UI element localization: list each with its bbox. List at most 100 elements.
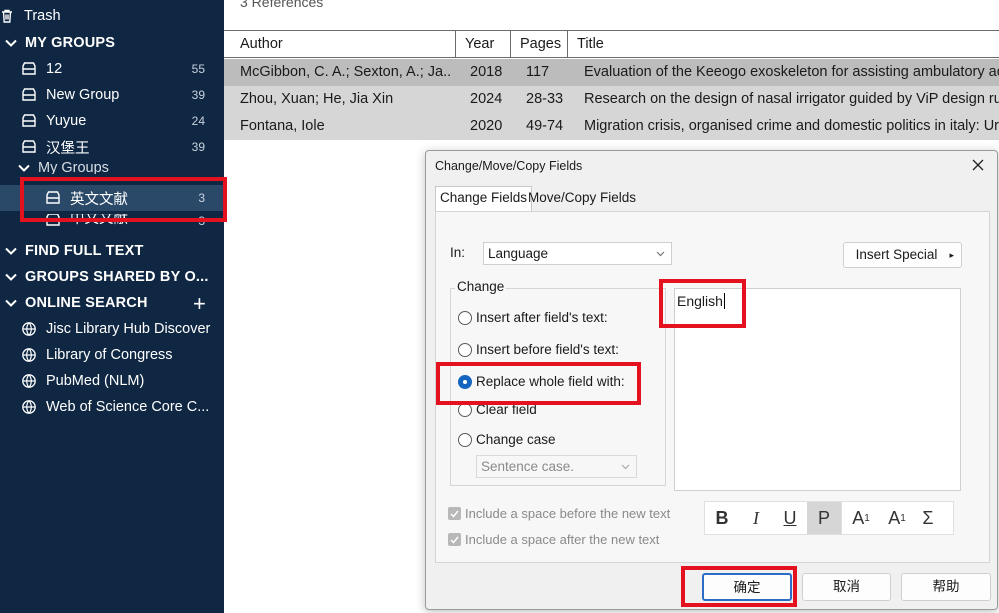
- chevron-down-icon: [656, 251, 665, 257]
- superscript-mark: 1: [864, 512, 870, 524]
- field-select-value: Language: [488, 246, 549, 261]
- cell-pages: 49-74: [526, 118, 564, 134]
- group-set-my-groups[interactable]: My Groups: [0, 160, 224, 174]
- trash-icon: [0, 8, 15, 24]
- help-button[interactable]: 帮助: [901, 573, 991, 601]
- tab-move-copy-fields[interactable]: Move/Copy Fields: [524, 187, 640, 210]
- item-count: 39: [191, 88, 205, 102]
- sidebar: Trash MY GROUPS 12 55 New Group 39 Yuyue…: [0, 0, 224, 613]
- globe-icon: [21, 347, 37, 363]
- radio-label: Insert after field's text:: [476, 310, 608, 325]
- sidebar-item-trash[interactable]: Trash: [0, 3, 224, 29]
- column-pages[interactable]: Pages: [510, 31, 567, 58]
- radio-label: Insert before field's text:: [476, 342, 619, 357]
- case-select[interactable]: Sentence case.: [476, 455, 637, 478]
- chevron-down-icon: [4, 299, 18, 307]
- group-folder-icon: [21, 139, 37, 155]
- radio-button[interactable]: [458, 342, 472, 357]
- highlight-box: [681, 566, 797, 607]
- sidebar-item-group[interactable]: New Group 39: [0, 82, 224, 108]
- cell-author: Fontana, Iole: [240, 118, 325, 134]
- groups-shared-header[interactable]: GROUPS SHARED BY O...: [0, 264, 224, 290]
- column-title[interactable]: Title: [567, 31, 999, 58]
- subscript-button[interactable]: A1: [880, 502, 914, 534]
- checkbox-space-before[interactable]: Include a space before the new text: [448, 506, 670, 521]
- insert-special-button[interactable]: Insert Special ▸: [843, 242, 962, 268]
- radio-insert-before[interactable]: Insert before field's text:: [458, 342, 619, 357]
- column-author[interactable]: Author: [224, 31, 455, 58]
- tab-change-fields[interactable]: Change Fields: [435, 186, 533, 211]
- highlight-box: [20, 177, 227, 222]
- caret-right-icon: ▸: [949, 250, 954, 260]
- table-row[interactable]: Zhou, Xuan; He, Jia Xin 2024 28-33 Resea…: [224, 86, 999, 113]
- group-folder-icon: [21, 87, 37, 103]
- radio-change-case[interactable]: Change case: [458, 432, 556, 447]
- plain-button[interactable]: P: [807, 502, 841, 534]
- online-item[interactable]: PubMed (NLM): [0, 368, 224, 394]
- sidebar-item-group[interactable]: 12 55: [0, 56, 224, 82]
- sidebar-item-label: Jisc Library Hub Discover: [46, 321, 211, 337]
- checkbox[interactable]: [448, 507, 461, 520]
- case-select-value: Sentence case.: [481, 459, 575, 474]
- section-label: MY GROUPS: [25, 35, 116, 51]
- bold-button[interactable]: B: [705, 502, 739, 534]
- table-row[interactable]: Fontana, Iole 2020 49-74 Migration crisi…: [224, 113, 999, 140]
- group-folder-icon: [21, 113, 37, 129]
- cell-pages: 117: [526, 64, 550, 80]
- sidebar-item-label: Web of Science Core C...: [46, 399, 210, 415]
- column-year[interactable]: Year: [455, 31, 510, 58]
- checkbox[interactable]: [448, 533, 461, 546]
- chevron-down-icon: [4, 273, 18, 281]
- superscript-button[interactable]: A1: [842, 502, 880, 534]
- cell-year: 2018: [470, 64, 503, 80]
- cell-author: McGibbon, C. A.; Sexton, A.; Ja...: [240, 64, 452, 80]
- italic-button[interactable]: I: [739, 502, 773, 534]
- insert-special-label: Insert Special: [855, 247, 938, 262]
- globe-icon: [21, 373, 37, 389]
- checkbox-space-after[interactable]: Include a space after the new text: [448, 532, 659, 547]
- sidebar-item-group[interactable]: Yuyue 24: [0, 108, 224, 134]
- online-item[interactable]: Web of Science Core C...: [0, 394, 224, 420]
- sidebar-item-label: PubMed (NLM): [46, 373, 145, 389]
- globe-icon: [21, 399, 37, 415]
- close-icon[interactable]: [969, 156, 987, 174]
- subscript-letter: A: [888, 507, 901, 528]
- online-item[interactable]: Library of Congress: [0, 342, 224, 368]
- highlight-box: [436, 362, 641, 405]
- add-icon[interactable]: +: [193, 291, 206, 316]
- globe-icon: [21, 321, 37, 337]
- sidebar-item-label: 汉堡王: [46, 140, 90, 157]
- cell-pages: 28-33: [526, 91, 564, 107]
- sidebar-item-label: Yuyue: [46, 113, 87, 129]
- cell-title: Evaluation of the Keeogo exoskeleton for…: [584, 64, 999, 80]
- highlight-box: [659, 279, 746, 328]
- cell-title: Migration crisis, organised crime and do…: [584, 118, 999, 134]
- chevron-down-icon: [18, 160, 30, 174]
- section-label: GROUPS SHARED BY O...: [25, 269, 209, 285]
- underline-button[interactable]: U: [773, 502, 807, 534]
- cell-year: 2024: [470, 91, 503, 107]
- superscript-letter: A: [852, 507, 865, 528]
- sidebar-item-label: Trash: [24, 8, 61, 24]
- chevron-down-icon: [4, 247, 18, 255]
- symbol-button[interactable]: Σ: [914, 502, 942, 534]
- chevron-down-icon: [4, 39, 18, 47]
- cancel-button[interactable]: 取消: [802, 573, 891, 601]
- cell-year: 2020: [470, 118, 503, 134]
- radio-button[interactable]: [458, 432, 472, 447]
- subscript-mark: 1: [900, 512, 906, 524]
- dialog-title: Change/Move/Copy Fields: [435, 159, 583, 173]
- table-row[interactable]: McGibbon, C. A.; Sexton, A.; Ja... 2018 …: [224, 59, 999, 86]
- sidebar-item-group[interactable]: 汉堡王 39: [0, 134, 224, 160]
- radio-button[interactable]: [458, 310, 472, 325]
- online-item[interactable]: Jisc Library Hub Discover: [0, 316, 224, 342]
- radio-insert-after[interactable]: Insert after field's text:: [458, 310, 608, 325]
- field-select[interactable]: Language: [483, 242, 672, 265]
- radio-label: Change case: [476, 432, 556, 447]
- in-label: In:: [450, 245, 466, 260]
- my-groups-header[interactable]: MY GROUPS: [0, 30, 224, 56]
- group-set-label: My Groups: [38, 160, 109, 174]
- checkbox-label: Include a space before the new text: [465, 506, 671, 521]
- online-search-header[interactable]: ONLINE SEARCH +: [0, 290, 224, 316]
- find-full-text-header[interactable]: FIND FULL TEXT: [0, 238, 224, 264]
